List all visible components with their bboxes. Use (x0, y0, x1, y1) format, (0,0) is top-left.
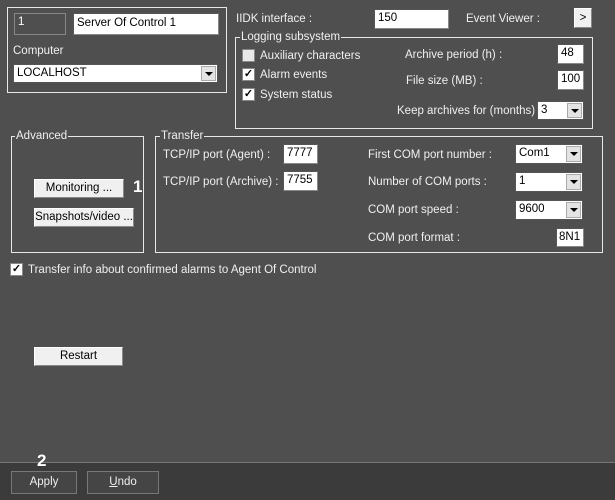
archive-port-label: TCP/IP port (Archive) : (163, 176, 279, 188)
server-name-field[interactable]: Server Of Control 1 (73, 13, 219, 35)
file-size-label: File size (MB) : (406, 75, 483, 87)
chevron-down-icon (566, 174, 581, 190)
num-com-select[interactable]: 1 (515, 172, 583, 192)
archive-period-field[interactable]: 48 (557, 44, 584, 64)
monitoring-button[interactable]: Monitoring ... (34, 179, 124, 198)
archive-port-field[interactable]: 7755 (283, 171, 318, 191)
keep-archives-value: 3 (541, 104, 548, 116)
undo-button[interactable]: Undo (87, 471, 159, 494)
archive-period-label: Archive period (h) : (405, 49, 503, 61)
com-format-field[interactable]: 8N1 (556, 228, 584, 247)
confirm-alarms-checkbox[interactable]: ✓ (10, 263, 23, 276)
callout-2: 2 (37, 451, 47, 470)
snapshots-video-button[interactable]: Snapshots/video ... (34, 208, 134, 227)
event-viewer-button[interactable]: > (574, 8, 592, 28)
com-speed-select[interactable]: 9600 (515, 200, 583, 220)
system-status-checkbox[interactable]: ✓ (242, 88, 255, 101)
server-id-field[interactable]: 1 (14, 13, 66, 35)
alarm-events-checkbox[interactable]: ✓ (242, 68, 255, 81)
first-com-label: First COM port number : (368, 149, 492, 161)
num-com-value: 1 (519, 175, 526, 187)
agent-port-label: TCP/IP port (Agent) : (163, 149, 271, 161)
transfer-title: Transfer (160, 129, 205, 143)
auxiliary-checkbox[interactable] (242, 49, 255, 62)
chevron-down-icon (566, 146, 581, 162)
num-com-label: Number of COM ports : (368, 176, 487, 188)
undo-mnemonic: U (109, 476, 118, 488)
keep-archives-label: Keep archives for (months) : (397, 105, 542, 117)
chevron-down-icon (566, 202, 581, 218)
restart-button[interactable]: Restart (34, 347, 123, 366)
computer-value: LOCALHOST (17, 67, 87, 79)
iidk-label: IIDK interface : (236, 13, 313, 25)
agent-port-field[interactable]: 7777 (283, 144, 318, 164)
undo-label: ndo (117, 476, 137, 488)
confirm-alarms-label: Transfer info about confirmed alarms to … (28, 264, 317, 276)
chevron-down-icon (567, 103, 582, 118)
apply-button[interactable]: Apply (11, 471, 77, 494)
auxiliary-label: Auxiliary characters (260, 50, 361, 62)
computer-label: Computer (13, 45, 64, 57)
keep-archives-select[interactable]: 3 (537, 101, 584, 120)
first-com-select[interactable]: Com1 (515, 144, 583, 164)
advanced-title: Advanced (15, 129, 69, 143)
alarm-events-label: Alarm events (260, 69, 328, 81)
computer-select[interactable]: LOCALHOST (13, 64, 218, 83)
file-size-field[interactable]: 100 (557, 70, 584, 90)
iidk-field[interactable]: 150 (374, 9, 449, 29)
callout-1: 1 (133, 177, 143, 196)
chevron-down-icon (201, 66, 216, 81)
first-com-value: Com1 (519, 147, 550, 159)
com-speed-value: 9600 (519, 203, 545, 215)
event-viewer-label: Event Viewer : (466, 13, 540, 25)
com-speed-label: COM port speed : (368, 204, 459, 216)
com-format-label: COM port format : (368, 232, 461, 244)
logging-title: Logging subsystem (240, 30, 342, 44)
system-status-label: System status (260, 89, 333, 101)
